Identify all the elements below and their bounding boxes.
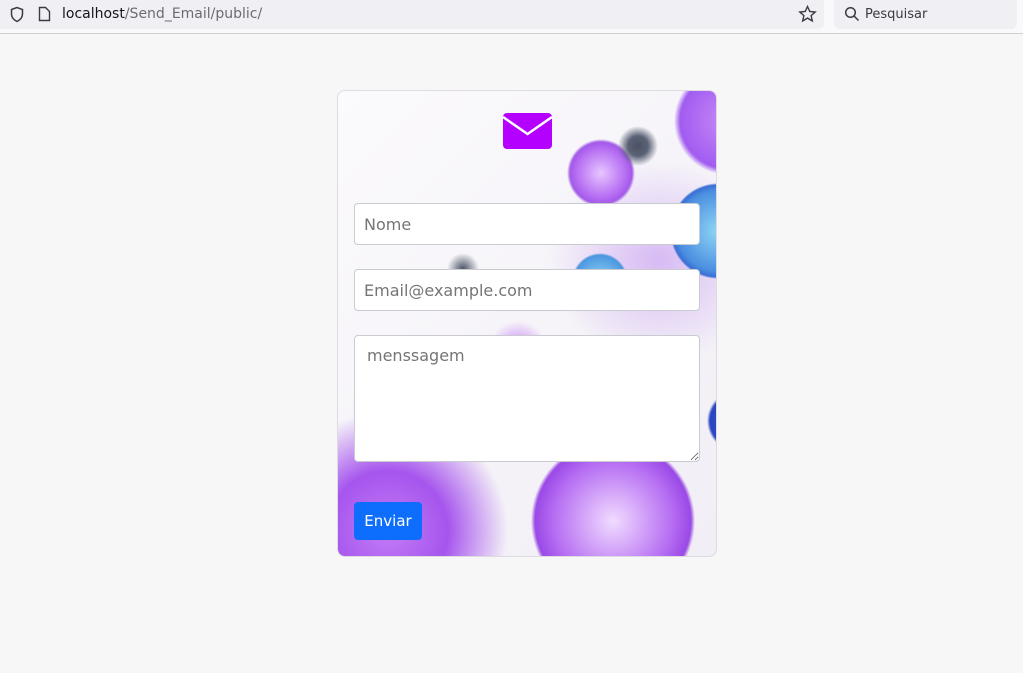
url-path: /Send_Email/public/ [124, 6, 263, 22]
url-host: localhost [62, 6, 125, 22]
search-icon [844, 6, 860, 22]
search-placeholder: Pesquisar [865, 7, 928, 22]
name-input[interactable] [354, 203, 700, 245]
page-icon [38, 6, 51, 22]
shield-icon[interactable] [9, 6, 25, 23]
browser-toolbar: localhost/Send_Email/public/ Pesquisar [0, 0, 1023, 34]
card-background [338, 91, 716, 556]
email-input[interactable] [354, 269, 700, 311]
bookmark-star-icon[interactable] [798, 5, 817, 23]
url-text[interactable]: localhost/Send_Email/public/ [62, 6, 262, 22]
submit-button[interactable]: Enviar [354, 502, 422, 540]
email-form-card: Enviar [337, 90, 717, 557]
message-textarea[interactable] [354, 335, 700, 462]
address-bar[interactable]: localhost/Send_Email/public/ [0, 0, 824, 29]
envelope-icon [503, 113, 552, 149]
search-box[interactable]: Pesquisar [834, 0, 1017, 29]
